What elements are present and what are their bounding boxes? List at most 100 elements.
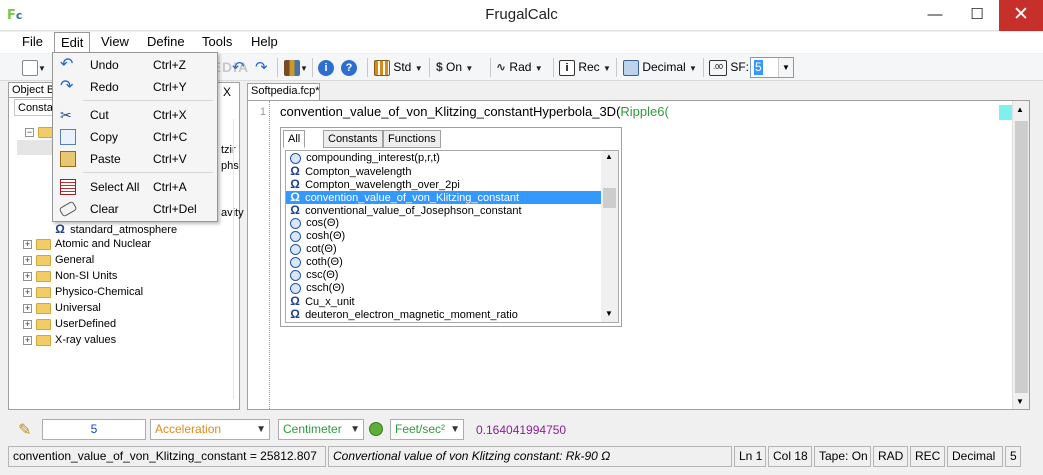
tree-folder-item[interactable]: + UserDefined: [23, 316, 151, 332]
library-button[interactable]: ▼: [284, 58, 308, 77]
unit-converter-bar: ✎ 5 Acceleration ▼ Centimeter ▼ Feet/sec² ▼…: [0, 415, 1043, 443]
on-toggle-button[interactable]: $ On ▼: [436, 58, 473, 77]
close-button[interactable]: ✕: [999, 0, 1043, 31]
line-gutter: 1: [248, 101, 270, 409]
menu-edit[interactable]: Edit: [54, 32, 91, 53]
toolbar-separator: [312, 58, 313, 77]
close-panel-button[interactable]: X: [223, 85, 231, 99]
expand-icon[interactable]: +: [23, 319, 32, 329]
scroll-down-icon[interactable]: ▼: [605, 309, 613, 318]
tab-softpedia-file[interactable]: Softpedia.fcp*: [247, 83, 320, 100]
status-rad: RAD: [873, 446, 908, 467]
tab-object-browser[interactable]: Object B: [8, 82, 59, 98]
scroll-up-icon[interactable]: ▲: [1016, 105, 1024, 114]
help-button[interactable]: ?: [341, 58, 357, 77]
menu-define[interactable]: Define: [141, 32, 191, 53]
autocomplete-item[interactable]: Ω conventional_value_of_Josephson_consta…: [286, 204, 602, 218]
scroll-thumb[interactable]: [603, 188, 616, 208]
toolbar-separator: [367, 58, 368, 77]
maximize-button[interactable]: ☐: [956, 0, 998, 31]
tree-folder-item[interactable]: + Non-SI Units: [23, 268, 151, 284]
chevron-down-icon: ▼: [450, 424, 460, 435]
minimize-button[interactable]: —: [914, 0, 956, 31]
folder-icon: [36, 302, 51, 314]
tab-constants-list[interactable]: Constants: [323, 130, 383, 148]
tab-all[interactable]: All: [283, 130, 306, 148]
tab-functions[interactable]: Functions: [383, 130, 441, 148]
redo-toolbar-button[interactable]: ↷: [255, 58, 268, 77]
chevron-down-icon[interactable]: ▼: [778, 58, 793, 77]
autocomplete-item[interactable]: Ω convention_value_of_von_Klitzing_const…: [286, 191, 602, 204]
menu-item-select-all[interactable]: Select All Ctrl+A: [55, 176, 215, 198]
converter-value-input[interactable]: 5: [42, 419, 146, 440]
expand-icon[interactable]: +: [23, 303, 32, 313]
code-line[interactable]: convention_value_of_von_Klitzing_constan…: [280, 104, 669, 119]
decimal-mode-button[interactable]: Decimal ▼: [623, 58, 697, 77]
clock-icon: [290, 269, 301, 281]
scissors-icon: ✂: [60, 107, 72, 123]
autocomplete-item[interactable]: csch(Θ): [286, 282, 602, 295]
undo-toolbar-button[interactable]: ↶: [232, 58, 245, 77]
expand-icon[interactable]: +: [23, 335, 32, 345]
to-unit-select[interactable]: Feet/sec² ▼: [390, 419, 464, 440]
std-mode-button[interactable]: Std ▼: [374, 58, 423, 77]
menu-item-redo[interactable]: ↷ Redo Ctrl+Y: [55, 76, 215, 98]
conversion-result: 0.164041994750: [476, 423, 567, 437]
panel-scrollbar[interactable]: [233, 119, 239, 399]
tree-item-standard-atmosphere[interactable]: Ω standard_atmosphere: [53, 221, 177, 237]
rec-mode-button[interactable]: i Rec ▼: [559, 58, 611, 77]
menu-view[interactable]: View: [95, 32, 135, 53]
new-document-button[interactable]: ▼: [22, 58, 46, 77]
expand-icon[interactable]: +: [23, 271, 32, 281]
rad-label: Rad: [509, 60, 532, 74]
folder-icon: [36, 238, 51, 250]
expand-icon[interactable]: +: [23, 255, 32, 265]
tree-selected-row[interactable]: [17, 140, 55, 155]
toolbar-separator: [703, 58, 704, 77]
menu-file[interactable]: File: [16, 32, 49, 53]
toolbar-separator: [616, 58, 617, 77]
menu-tools[interactable]: Tools: [196, 32, 238, 53]
tree-folder-item[interactable]: + Atomic and Nuclear: [23, 236, 151, 252]
menu-item-copy[interactable]: Copy Ctrl+C: [55, 126, 215, 148]
scroll-up-icon[interactable]: ▲: [605, 152, 613, 161]
autocomplete-item[interactable]: compounding_interest(p,r,t): [286, 152, 602, 165]
tree-folder-item[interactable]: + X-ray values: [23, 332, 151, 348]
tree-folder-item[interactable]: + General: [23, 252, 151, 268]
expand-icon[interactable]: +: [23, 239, 32, 249]
sf-combo[interactable]: 5 ▼: [750, 57, 794, 78]
menu-item-clear[interactable]: Clear Ctrl+Del: [55, 198, 215, 220]
autocomplete-item[interactable]: cosh(Θ): [286, 230, 602, 243]
autocomplete-item[interactable]: Ω Cu_x_unit: [286, 295, 602, 309]
convert-icon[interactable]: [369, 422, 383, 436]
menu-item-cut[interactable]: ✂ Cut Ctrl+X: [55, 104, 215, 126]
autocomplete-scrollbar[interactable]: ▲ ▼: [601, 151, 618, 322]
editor-scrollbar[interactable]: ▲ ▼: [1012, 101, 1029, 409]
menu-item-undo[interactable]: ↶ Undo Ctrl+Z: [55, 54, 215, 76]
from-unit-select[interactable]: Centimeter ▼: [278, 419, 364, 440]
autocomplete-item[interactable]: cos(Θ): [286, 217, 602, 230]
clock-icon: [290, 230, 301, 242]
tree-folder-item[interactable]: + Universal: [23, 300, 151, 316]
expand-icon[interactable]: +: [23, 287, 32, 297]
status-line: Ln 1: [734, 446, 766, 467]
edit-menu-dropdown: ↶ Undo Ctrl+Z ↷ Redo Ctrl+Y ✂ Cut Ctrl+X…: [52, 52, 218, 222]
window-title: FrugalCalc: [485, 6, 558, 23]
autocomplete-item[interactable]: coth(Θ): [286, 256, 602, 269]
autocomplete-item[interactable]: Ω deuteron_electron_magnetic_moment_rati…: [286, 308, 602, 322]
toolbar-separator: [490, 58, 491, 77]
menu-help[interactable]: Help: [245, 32, 284, 53]
autocomplete-item[interactable]: cot(Θ): [286, 243, 602, 256]
clock-icon: [290, 243, 301, 255]
status-decimal: Decimal: [947, 446, 1003, 467]
tree-folder-item[interactable]: + Physico-Chemical: [23, 284, 151, 300]
autocomplete-item[interactable]: Ω Compton_wavelength_over_2pi: [286, 178, 602, 192]
quantity-select[interactable]: Acceleration ▼: [150, 419, 270, 440]
scroll-down-icon[interactable]: ▼: [1016, 397, 1024, 406]
scroll-thumb[interactable]: [1015, 121, 1028, 393]
info-button[interactable]: i: [318, 58, 334, 77]
menu-item-paste[interactable]: Paste Ctrl+V: [55, 148, 215, 170]
autocomplete-item[interactable]: csc(Θ): [286, 269, 602, 282]
rad-mode-button[interactable]: ∿ Rad ▼: [496, 58, 543, 77]
autocomplete-item[interactable]: Ω Compton_wavelength: [286, 165, 602, 179]
